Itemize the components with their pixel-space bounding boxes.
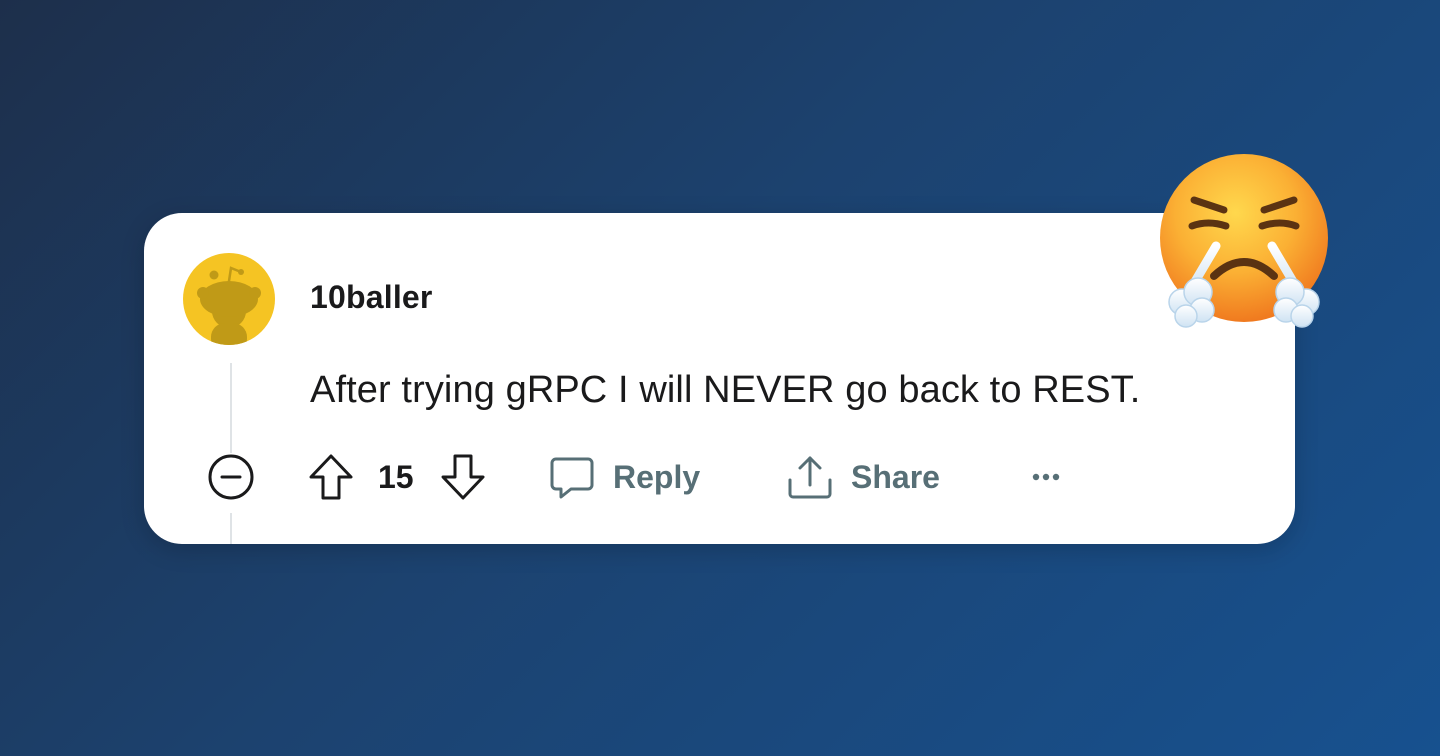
upvote-arrow-icon [309, 454, 353, 500]
thread-line [230, 513, 232, 544]
speech-bubble-icon [550, 457, 594, 499]
face-with-steam-from-nose-emoji [1152, 150, 1342, 340]
downvote-button[interactable] [440, 451, 486, 503]
comment-text: After trying gRPC I will NEVER go back t… [310, 369, 1141, 411]
ellipsis-icon [1032, 473, 1060, 481]
reply-button[interactable]: Reply [549, 451, 700, 503]
share-upload-icon [788, 456, 832, 499]
share-button[interactable]: Share [787, 451, 940, 503]
avatar[interactable] [183, 253, 275, 345]
reply-label: Reply [613, 458, 701, 495]
thread-line [230, 363, 232, 453]
share-label: Share [851, 458, 940, 495]
more-options-button[interactable] [1028, 451, 1064, 503]
username[interactable]: 10baller [310, 279, 433, 316]
collapse-button[interactable] [207, 453, 255, 501]
comment-card: 10baller After trying gRPC I will NEVER … [144, 213, 1295, 544]
upvote-button[interactable] [308, 451, 354, 503]
snoo-avatar-icon [197, 266, 261, 345]
downvote-arrow-icon [441, 454, 485, 500]
collapse-minus-icon [208, 454, 254, 500]
vote-count: 15 [378, 459, 414, 495]
